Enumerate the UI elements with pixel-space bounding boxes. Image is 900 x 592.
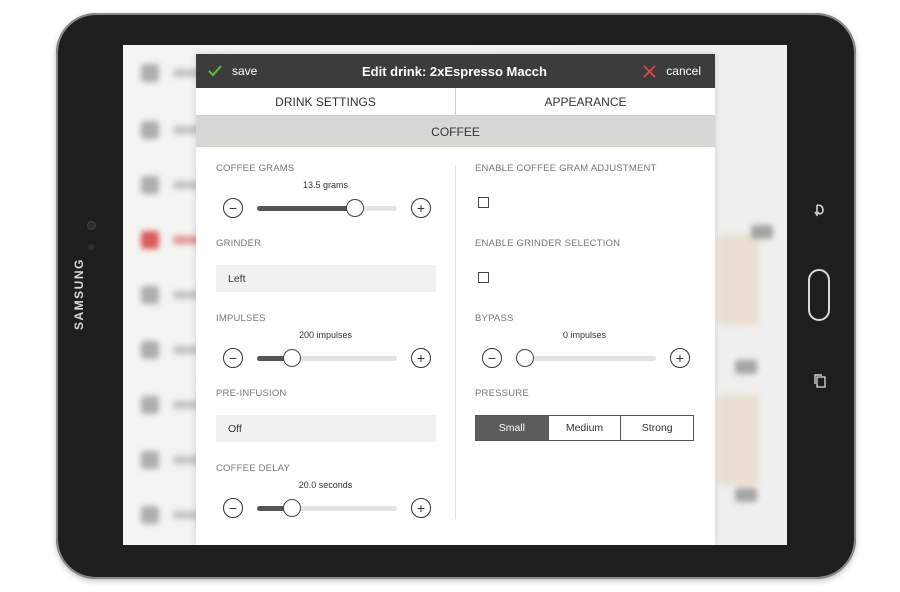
column-divider xyxy=(455,165,456,519)
impulses-value: 200 impulses xyxy=(298,330,353,340)
background-badge xyxy=(735,488,757,502)
pressure-segmented-control: Small Medium Strong xyxy=(475,415,694,441)
grinder-label: GRINDER xyxy=(216,238,262,249)
dialog-title: Edit drink: 2xEspresso Macch xyxy=(362,63,547,79)
background-tile xyxy=(719,395,759,485)
bypass-value: 0 impulses xyxy=(562,330,607,340)
gram-adjustment-label: ENABLE COFFEE GRAM ADJUSTMENT xyxy=(475,163,657,174)
gram-adjustment-checkbox[interactable] xyxy=(478,197,489,208)
slider-thumb[interactable] xyxy=(282,349,301,367)
impulses-group: IMPULSES 200 impulses − + xyxy=(216,313,435,388)
plus-circle-icon: + xyxy=(675,350,685,366)
right-column: ENABLE COFFEE GRAM ADJUSTMENT ENABLE GRI… xyxy=(455,147,714,535)
slider-thumb[interactable] xyxy=(516,349,534,367)
coffee-grams-slider: − + xyxy=(221,196,431,220)
bypass-group: BYPASS 0 impulses − + xyxy=(475,313,694,388)
cancel-label: cancel xyxy=(666,64,701,78)
grinder-selection-checkbox[interactable] xyxy=(478,272,489,283)
grinder-group: GRINDER Left xyxy=(216,238,436,313)
slider-thumb[interactable] xyxy=(346,199,365,217)
cancel-button[interactable]: cancel xyxy=(581,64,701,78)
coffee-delay-value: 20.0 seconds xyxy=(298,480,353,490)
save-button[interactable]: save xyxy=(208,64,328,78)
pressure-group: PRESSURE Small Medium Strong xyxy=(475,388,694,463)
front-camera xyxy=(87,221,96,230)
recent-apps-icon[interactable] xyxy=(813,373,827,389)
check-icon xyxy=(208,65,222,77)
minus-circle-icon: − xyxy=(228,350,238,366)
minus-circle-icon: − xyxy=(487,350,497,366)
tablet-screen: save Edit drink: 2xEspresso Macch cancel… xyxy=(123,45,787,545)
pre-infusion-group: PRE-INFUSION Off xyxy=(216,388,436,463)
coffee-grams-label: COFFEE GRAMS xyxy=(216,163,295,174)
gram-adjustment-group: ENABLE COFFEE GRAM ADJUSTMENT xyxy=(475,163,694,238)
stage: SAMSUNG save Edit drink: 2xEspresso Macc… xyxy=(0,0,900,592)
coffee-delay-decrease-button[interactable]: − xyxy=(223,498,243,518)
pre-infusion-select[interactable]: Off xyxy=(216,415,436,442)
grinder-selection-label: ENABLE GRINDER SELECTION xyxy=(475,238,621,249)
minus-circle-icon: − xyxy=(228,500,238,516)
back-icon[interactable] xyxy=(813,202,827,218)
tab-appearance[interactable]: APPEARANCE xyxy=(455,88,715,115)
slider-track xyxy=(257,206,397,211)
grinder-selection-group: ENABLE GRINDER SELECTION xyxy=(475,238,694,313)
pressure-option-medium[interactable]: Medium xyxy=(547,416,621,440)
coffee-delay-label: COFFEE DELAY xyxy=(216,463,291,474)
impulses-decrease-button[interactable]: − xyxy=(223,348,243,368)
slider-track xyxy=(516,356,656,361)
pressure-label: PRESSURE xyxy=(475,388,529,399)
impulses-increase-button[interactable]: + xyxy=(411,348,431,368)
coffee-delay-group: COFFEE DELAY 20.0 seconds − + xyxy=(216,463,435,538)
pressure-option-strong[interactable]: Strong xyxy=(620,416,693,440)
bypass-decrease-button[interactable]: − xyxy=(482,348,502,368)
bypass-increase-button[interactable]: + xyxy=(670,348,690,368)
impulses-slider: − + xyxy=(221,346,431,370)
slider-fill xyxy=(257,506,287,511)
save-label: save xyxy=(232,64,258,78)
light-sensor xyxy=(88,244,94,250)
x-icon xyxy=(643,64,656,78)
bypass-slider: − + xyxy=(480,346,690,370)
section-header-coffee: COFFEE xyxy=(196,116,715,147)
background-badge xyxy=(751,225,773,239)
edit-drink-dialog: save Edit drink: 2xEspresso Macch cancel… xyxy=(196,54,715,545)
grinder-select[interactable]: Left xyxy=(216,265,436,292)
pressure-option-small[interactable]: Small xyxy=(476,416,548,440)
pre-infusion-label: PRE-INFUSION xyxy=(216,388,287,399)
settings-columns: COFFEE GRAMS 13.5 grams − + GRINDER Left xyxy=(196,147,715,535)
background-badge xyxy=(735,360,757,374)
background-tile xyxy=(719,235,759,325)
minus-circle-icon: − xyxy=(228,200,238,216)
impulses-label: IMPULSES xyxy=(216,313,266,324)
coffee-grams-increase-button[interactable]: + xyxy=(411,198,431,218)
left-column: COFFEE GRAMS 13.5 grams − + GRINDER Left xyxy=(196,147,455,535)
slider-thumb[interactable] xyxy=(282,499,301,517)
plus-circle-icon: + xyxy=(416,200,426,216)
bypass-label: BYPASS xyxy=(475,313,514,324)
coffee-delay-increase-button[interactable]: + xyxy=(411,498,431,518)
coffee-grams-group: COFFEE GRAMS 13.5 grams − + xyxy=(216,163,435,238)
plus-circle-icon: + xyxy=(416,500,426,516)
home-button[interactable] xyxy=(808,269,830,321)
coffee-delay-slider: − + xyxy=(221,496,431,520)
coffee-grams-decrease-button[interactable]: − xyxy=(223,198,243,218)
dialog-header: save Edit drink: 2xEspresso Macch cancel xyxy=(196,54,715,88)
tab-bar: DRINK SETTINGS APPEARANCE xyxy=(196,88,715,116)
slider-track xyxy=(257,506,397,511)
tab-drink-settings[interactable]: DRINK SETTINGS xyxy=(196,88,455,115)
slider-track xyxy=(257,356,397,361)
plus-circle-icon: + xyxy=(416,350,426,366)
slider-fill xyxy=(257,206,360,211)
slider-fill xyxy=(257,356,287,361)
device-brand: SAMSUNG xyxy=(72,258,86,330)
coffee-grams-value: 13.5 grams xyxy=(302,180,349,190)
